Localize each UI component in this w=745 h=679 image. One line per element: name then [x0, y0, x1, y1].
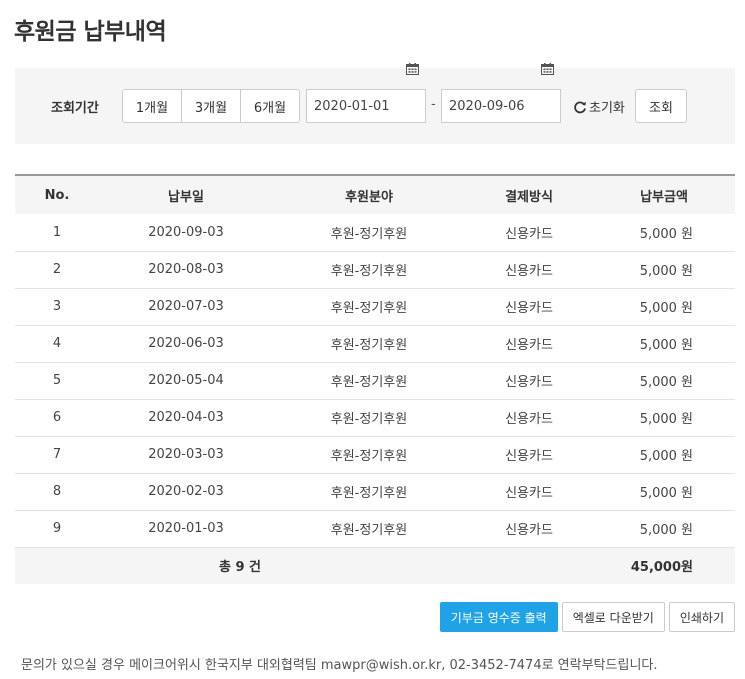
table-row: 2 2020-08-03 후원-정기후원 신용카드 5,000 원	[15, 251, 735, 288]
query-button[interactable]: 조회	[635, 89, 687, 123]
cell-category: 후원-정기후원	[330, 412, 408, 427]
cell-category: 후원-정기후원	[330, 523, 408, 538]
reset-label: 초기화	[589, 101, 625, 116]
cell-method: 신용카드	[505, 523, 553, 538]
period-3month-button[interactable]: 3개월	[181, 89, 241, 123]
header-amount: 납부금액	[640, 189, 688, 205]
cell-no: 7	[52, 447, 62, 462]
cell-date: 2020-01-03	[148, 521, 224, 536]
table-row: 3 2020-07-03 후원-정기후원 신용카드 5,000 원	[15, 288, 735, 325]
period-1month-button[interactable]: 1개월	[122, 89, 182, 123]
table-row: 9 2020-01-03 후원-정기후원 신용카드 5,000 원	[15, 510, 735, 547]
contact-note: 문의가 있으실 경우 메이크어위시 한국지부 대외협력팀 mawpr@wish.…	[21, 658, 658, 673]
cell-no: 5	[52, 373, 62, 388]
date-to-input[interactable]	[441, 89, 561, 123]
period-button-group: 1개월 3개월 6개월	[122, 89, 300, 123]
table-row: 6 2020-04-03 후원-정기후원 신용카드 5,000 원	[15, 399, 735, 436]
cell-category: 후원-정기후원	[330, 449, 408, 464]
cell-category: 후원-정기후원	[330, 226, 408, 242]
cell-category: 후원-정기후원	[330, 301, 408, 316]
table-header-row: No. 납부일 후원분야 결제방식 납부금액	[15, 175, 735, 214]
cell-method: 신용카드	[505, 449, 553, 464]
reset-button[interactable]: 초기화	[573, 97, 625, 116]
search-period-label: 조회기간	[51, 101, 99, 116]
cell-category: 후원-정기후원	[330, 264, 408, 279]
date-range-separator: -	[431, 97, 436, 112]
table-row: 4 2020-06-03 후원-정기후원 신용카드 5,000 원	[15, 325, 735, 362]
cell-amount: 5,000 원	[639, 301, 693, 316]
action-bar: 기부금 영수증 출력 엑셀로 다운받기 인쇄하기	[436, 602, 735, 632]
cell-date: 2020-05-04	[148, 373, 224, 388]
table-row: 1 2020-09-03 후원-정기후원 신용카드 5,000 원	[15, 214, 735, 251]
cell-method: 신용카드	[505, 264, 553, 279]
cell-amount: 5,000 원	[639, 338, 693, 353]
donation-history-table: No. 납부일 후원분야 결제방식 납부금액 1 2020-09-03 후원-정기후…	[15, 174, 735, 584]
total-count: 총 9 건	[218, 560, 262, 576]
total-spacer	[465, 547, 593, 584]
table-row: 5 2020-05-04 후원-정기후원 신용카드 5,000 원	[15, 362, 735, 399]
cell-date: 2020-08-03	[148, 262, 224, 277]
cell-category: 후원-정기후원	[330, 338, 408, 353]
cell-no: 4	[52, 336, 62, 351]
cell-category: 후원-정기후원	[330, 375, 408, 390]
excel-download-button[interactable]: 엑셀로 다운받기	[561, 602, 665, 632]
cell-method: 신용카드	[505, 226, 553, 242]
date-from-input[interactable]	[306, 89, 426, 123]
cell-amount: 5,000 원	[639, 375, 693, 390]
cell-date: 2020-09-03	[148, 224, 224, 240]
cell-date: 2020-07-03	[148, 299, 224, 314]
cell-date: 2020-02-03	[148, 484, 224, 499]
table-row: 7 2020-03-03 후원-정기후원 신용카드 5,000 원	[15, 436, 735, 473]
total-amount: 45,000원	[630, 560, 693, 576]
header-category: 후원분야	[345, 189, 393, 205]
cell-amount: 5,000 원	[639, 449, 693, 464]
period-6month-button[interactable]: 6개월	[240, 89, 300, 123]
cell-no: 1	[52, 224, 62, 240]
page-title: 후원금 납부내역	[14, 19, 167, 45]
cell-amount: 5,000 원	[639, 486, 693, 501]
cell-method: 신용카드	[505, 301, 553, 316]
print-button[interactable]: 인쇄하기	[668, 602, 735, 632]
cell-no: 8	[52, 484, 62, 499]
cell-method: 신용카드	[505, 375, 553, 390]
cell-date: 2020-04-03	[148, 410, 224, 425]
print-receipt-button[interactable]: 기부금 영수증 출력	[439, 602, 558, 632]
cell-amount: 5,000 원	[639, 264, 693, 279]
cell-category: 후원-정기후원	[330, 486, 408, 501]
header-no: No.	[44, 187, 70, 203]
cell-amount: 5,000 원	[639, 523, 693, 538]
cell-no: 2	[52, 262, 62, 277]
cell-no: 3	[52, 299, 62, 314]
cell-amount: 5,000 원	[639, 226, 693, 242]
cell-no: 6	[52, 410, 62, 425]
cell-no: 9	[52, 521, 62, 536]
cell-method: 신용카드	[505, 412, 553, 427]
cell-date: 2020-06-03	[148, 336, 224, 351]
calendar-icon[interactable]	[541, 63, 554, 75]
header-date: 납부일	[168, 189, 204, 205]
calendar-icon[interactable]	[406, 63, 419, 75]
cell-amount: 5,000 원	[639, 412, 693, 427]
header-method: 결제방식	[505, 189, 553, 205]
table-row: 8 2020-02-03 후원-정기후원 신용카드 5,000 원	[15, 473, 735, 510]
table-total-row: 총 9 건 45,000원	[15, 547, 735, 584]
cell-date: 2020-03-03	[148, 447, 224, 462]
cell-method: 신용카드	[505, 486, 553, 501]
cell-method: 신용카드	[505, 338, 553, 353]
refresh-icon	[574, 101, 586, 113]
search-panel: 조회기간 1개월 3개월 6개월 - 초기화 조회	[15, 63, 735, 144]
